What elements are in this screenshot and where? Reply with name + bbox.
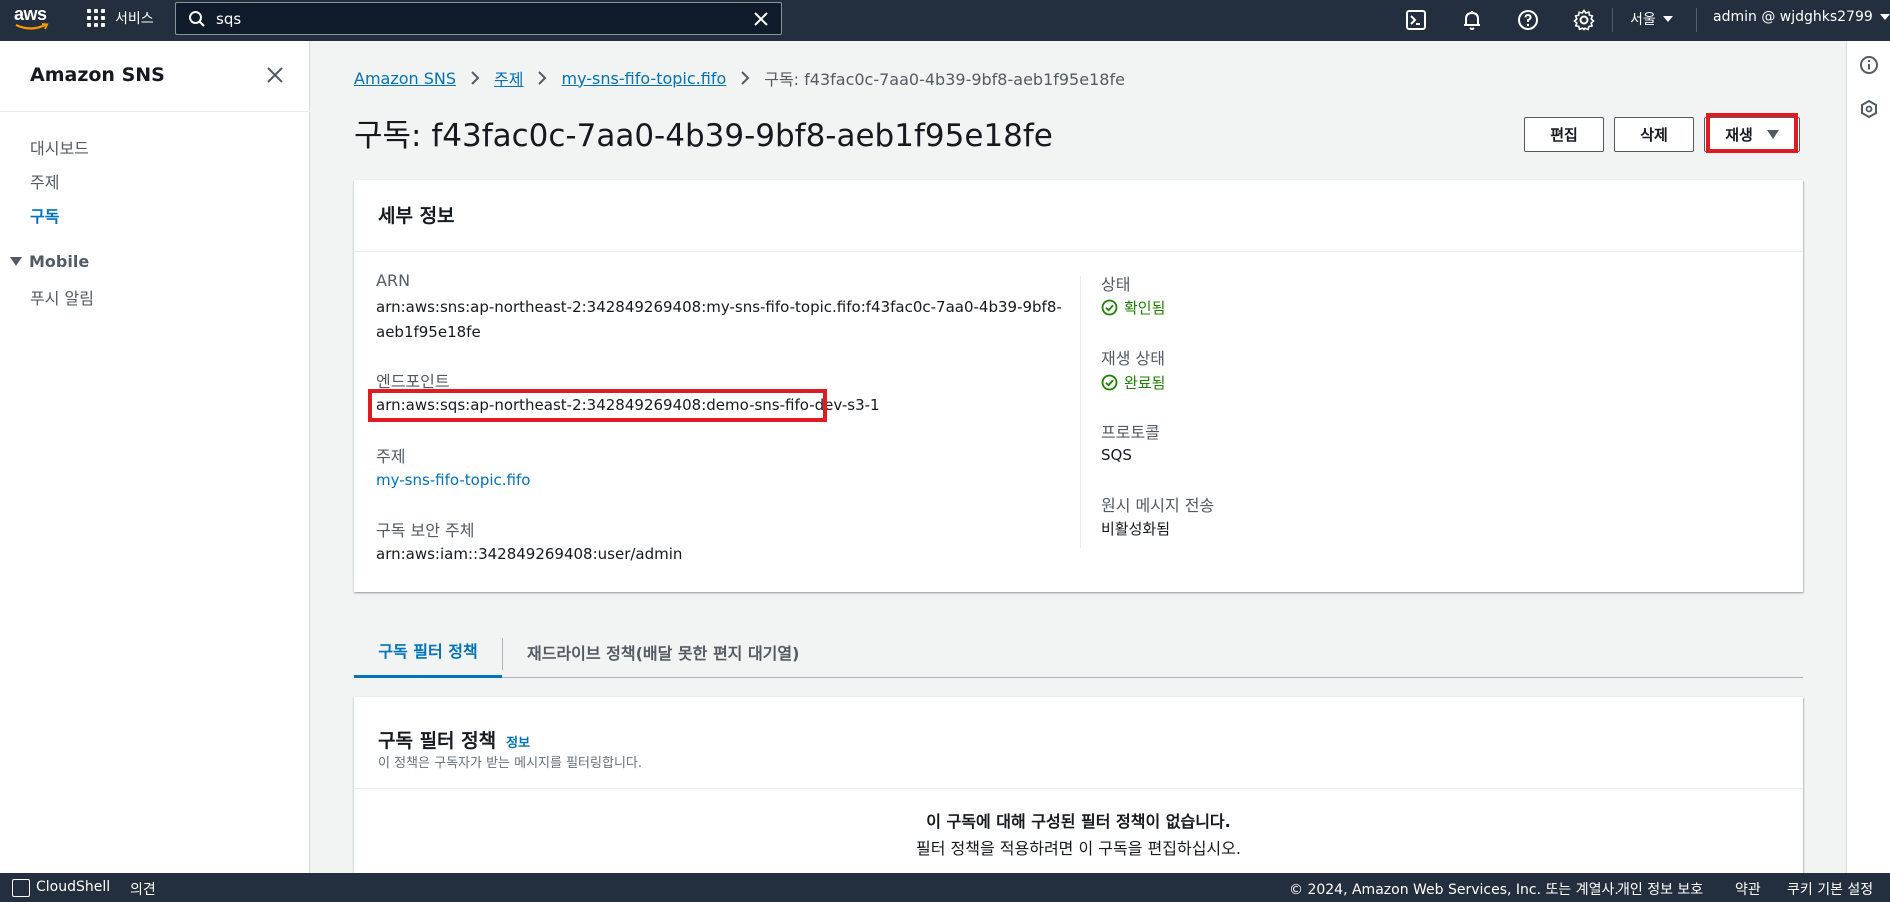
notifications-bell-icon[interactable] xyxy=(1460,8,1484,32)
footer-cloudshell-link[interactable]: CloudShell xyxy=(36,879,110,895)
caret-down-icon xyxy=(1662,16,1673,22)
search-bar[interactable] xyxy=(175,2,782,35)
filter-policy-panel: 구독 필터 정책 정보 이 정책은 구독자가 받는 메시지를 필터링합니다. 이… xyxy=(354,697,1803,887)
nav-divider xyxy=(1612,8,1613,32)
cloudshell-icon[interactable] xyxy=(1404,8,1428,32)
chevron-right-icon xyxy=(741,71,750,85)
filter-policy-header: 구독 필터 정책 정보 xyxy=(378,726,530,753)
close-icon[interactable] xyxy=(265,65,285,85)
endpoint-label: 엔드포인트 xyxy=(376,372,450,391)
tab-filter-policy[interactable]: 구독 필터 정책 xyxy=(354,625,502,678)
help-icon[interactable] xyxy=(1516,8,1540,32)
breadcrumb: Amazon SNS 주제 my-sns-fifo-topic.fifo 구독:… xyxy=(354,66,1125,90)
settings-gear-icon[interactable] xyxy=(1572,8,1596,32)
sidebar-item-topics[interactable]: 주제 xyxy=(30,169,59,193)
status-label: 상태 xyxy=(1101,275,1131,294)
sidebar-section-label: Mobile xyxy=(29,252,90,271)
search-input[interactable] xyxy=(216,9,736,28)
search-icon xyxy=(189,10,205,27)
top-navigation: aws 서비스 sqs 서울 admin @ wjdghks2799 xyxy=(0,0,1890,41)
account-label: admin @ wjdghks2799 xyxy=(1713,9,1873,25)
footer-cookies-link[interactable]: 쿠키 기본 설정 xyxy=(1787,879,1873,899)
region-label: 서울 xyxy=(1630,12,1656,28)
arn-value-line2: aeb1f95e18fe xyxy=(376,323,481,341)
footer-terms-link[interactable]: 약관 xyxy=(1735,879,1761,899)
caret-down-icon xyxy=(1879,14,1890,20)
replay-status-label: 재생 상태 xyxy=(1101,349,1165,368)
aws-logo[interactable]: aws xyxy=(14,4,52,34)
endpoint-value: arn:aws:sqs:ap-northeast-2:342849269408:… xyxy=(376,396,880,414)
check-circle-icon xyxy=(1101,374,1118,391)
breadcrumb-current: 구독: f43fac0c-7aa0-4b39-9bf8-aeb1f95e18fe xyxy=(764,70,1125,89)
edit-button[interactable]: 편집 xyxy=(1524,117,1604,152)
footer-privacy-link[interactable]: 개인 정보 보호 xyxy=(1617,879,1703,899)
sidebar-section-mobile[interactable]: Mobile xyxy=(10,252,89,271)
account-menu[interactable]: admin @ wjdghks2799 xyxy=(1713,9,1890,25)
breadcrumb-link-topics[interactable]: 주제 xyxy=(494,66,523,90)
topic-label: 주제 xyxy=(376,447,406,466)
hexagon-icon[interactable] xyxy=(1859,99,1879,119)
tab-divider xyxy=(502,638,503,670)
info-icon[interactable] xyxy=(1859,55,1879,75)
filter-policy-description: 이 정책은 구독자가 받는 메시지를 필터링합니다. xyxy=(378,756,642,771)
status-text: 확인됨 xyxy=(1124,299,1166,317)
check-circle-icon xyxy=(1101,299,1118,316)
raw-delivery-value: 비활성화됨 xyxy=(1101,520,1171,538)
panel-divider xyxy=(354,788,1803,789)
region-selector[interactable]: 서울 xyxy=(1630,9,1673,29)
cloudshell-icon xyxy=(12,879,30,897)
protocol-value: SQS xyxy=(1101,446,1132,464)
nav-divider xyxy=(1696,8,1697,32)
clear-search-icon[interactable] xyxy=(751,9,771,29)
replay-button[interactable]: 재생 xyxy=(1704,117,1800,152)
footer-copyright: © 2024, Amazon Web Services, Inc. 또는 계열사… xyxy=(1289,882,1619,898)
chevron-right-icon xyxy=(538,71,547,85)
aws-smile-icon xyxy=(15,23,49,30)
footer: CloudShell 의견 © 2024, Amazon Web Service… xyxy=(0,873,1890,902)
status-value: 확인됨 xyxy=(1101,297,1165,318)
principal-label: 구독 보안 주체 xyxy=(376,521,475,540)
sidebar-divider xyxy=(0,111,310,112)
services-menu-button[interactable]: 서비스 xyxy=(86,8,154,28)
grid-icon xyxy=(86,8,106,28)
raw-delivery-label: 원시 메시지 전송 xyxy=(1101,496,1215,515)
footer-feedback-link[interactable]: 의견 xyxy=(130,879,156,899)
replay-label: 재생 xyxy=(1725,126,1753,144)
sidebar-item-dashboard[interactable]: 대시보드 xyxy=(30,135,89,159)
topic-link[interactable]: my-sns-fifo-topic.fifo xyxy=(376,471,530,489)
details-panel: 세부 정보 ARN arn:aws:sns:ap-northeast-2:342… xyxy=(354,180,1803,592)
chevron-right-icon xyxy=(471,71,480,85)
right-utility-rail xyxy=(1846,41,1890,873)
tab-bar: 구독 필터 정책 재드라이브 정책(배달 못한 편지 대기열) xyxy=(354,625,1803,678)
breadcrumb-link-topic[interactable]: my-sns-fifo-topic.fifo xyxy=(561,69,726,88)
filter-policy-title: 구독 필터 정책 xyxy=(378,730,497,752)
details-title: 세부 정보 xyxy=(378,205,455,227)
breadcrumb-link-sns[interactable]: Amazon SNS xyxy=(354,69,456,88)
arn-label: ARN xyxy=(376,271,411,290)
services-label: 서비스 xyxy=(115,11,154,27)
sidebar: Amazon SNS 대시보드 주제 구독 Mobile 푸시 알림 xyxy=(0,41,310,873)
page-title: 구독: f43fac0c-7aa0-4b39-9bf8-aeb1f95e18fe xyxy=(354,118,1053,154)
info-link[interactable]: 정보 xyxy=(506,732,530,751)
tab-redrive-policy[interactable]: 재드라이브 정책(배달 못한 편지 대기열) xyxy=(527,625,799,678)
replay-status-value: 완료됨 xyxy=(1101,372,1165,393)
protocol-label: 프로토콜 xyxy=(1101,423,1160,442)
arn-value-line1: arn:aws:sns:ap-northeast-2:342849269408:… xyxy=(376,298,1062,316)
replay-status-text: 완료됨 xyxy=(1124,374,1166,392)
sidebar-item-subscriptions[interactable]: 구독 xyxy=(30,203,59,227)
principal-value: arn:aws:iam::342849269408:user/admin xyxy=(376,545,683,563)
details-panel-header: 세부 정보 xyxy=(354,180,1803,252)
sidebar-item-push-notifications[interactable]: 푸시 알림 xyxy=(30,285,94,309)
triangle-down-icon xyxy=(10,257,22,266)
aws-logo-text: aws xyxy=(14,4,47,24)
empty-state-description: 필터 정책을 적용하려면 이 구독을 편집하십시오. xyxy=(916,839,1241,858)
sidebar-title: Amazon SNS xyxy=(30,64,165,86)
caret-down-icon xyxy=(1766,130,1779,139)
empty-state-title: 이 구독에 대해 구성된 필터 정책이 없습니다. xyxy=(926,812,1231,831)
delete-button[interactable]: 삭제 xyxy=(1614,117,1694,152)
column-divider xyxy=(1080,276,1081,548)
